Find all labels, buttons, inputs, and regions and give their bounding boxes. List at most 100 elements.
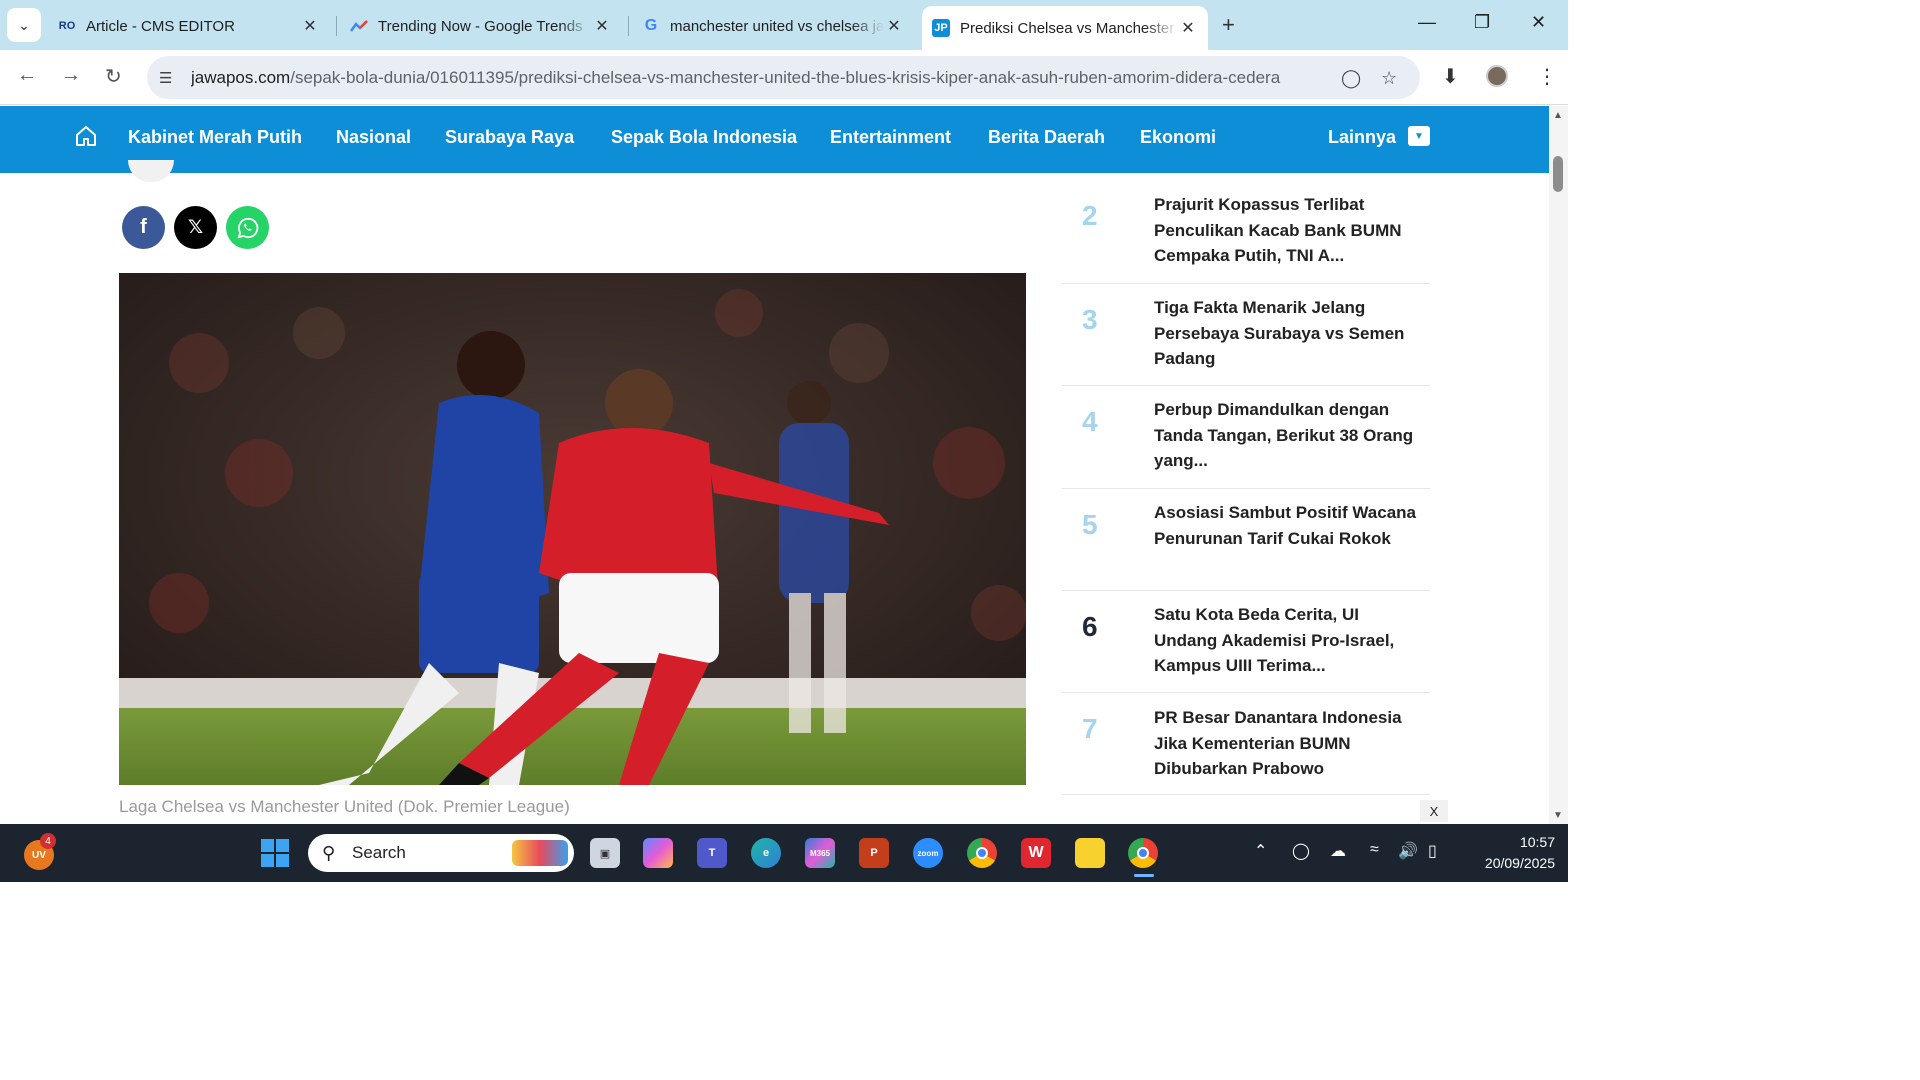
home-icon[interactable]	[74, 124, 98, 148]
tab-google-trends[interactable]: Trending Now - Google Trends ✕	[340, 8, 622, 44]
forward-button[interactable]: →	[61, 64, 81, 87]
tab-title: manchester united vs chelsea ja	[670, 17, 884, 35]
popular-item[interactable]: 5 Asosiasi Sambut Positif Wacana Penurun…	[1062, 489, 1430, 591]
popular-title[interactable]: Tiga Fakta Menarik Jelang Persebaya Sura…	[1154, 295, 1416, 372]
popular-item[interactable]: 4 Perbup Dimandulkan dengan Tanda Tangan…	[1062, 386, 1430, 489]
article-hero-image	[119, 273, 1026, 785]
volume-icon[interactable]: 🔊	[1398, 841, 1418, 861]
page-scrollbar[interactable]	[1549, 106, 1568, 824]
close-icon[interactable]: ✕	[300, 16, 320, 36]
popular-item[interactable]: 2 Prajurit Kopassus Terlibat Penculikan …	[1062, 180, 1430, 284]
share-whatsapp-button[interactable]	[226, 206, 269, 249]
popular-title[interactable]: Asosiasi Sambut Positif Wacana Penurunan…	[1154, 500, 1416, 551]
zoom-icon[interactable]: zoom	[913, 838, 943, 868]
chrome-icon[interactable]	[967, 838, 997, 868]
tab-separator	[628, 16, 629, 36]
nav-item-sepakbola[interactable]: Sepak Bola Indonesia	[611, 127, 797, 148]
bookmark-star-icon[interactable]: ☆	[1381, 68, 1397, 89]
clock-time: 10:57	[1519, 834, 1555, 850]
url-domain: jawapos.com	[191, 67, 291, 87]
m365-icon[interactable]: M365	[805, 838, 835, 868]
tab-google-search[interactable]: G manchester united vs chelsea ja ✕	[632, 8, 914, 44]
copilot-icon[interactable]	[643, 838, 673, 868]
nav-item-ekonomi[interactable]: Ekonomi	[1140, 127, 1216, 148]
battery-icon[interactable]: ▯	[1428, 841, 1437, 861]
browser-toolbar: ← → ↻ ☰ jawapos.com/sepak-bola-dunia/016…	[0, 50, 1568, 105]
nav-item-nasional[interactable]: Nasional	[336, 127, 411, 148]
more-menu-icon[interactable]: ⋮	[1537, 64, 1557, 89]
back-button[interactable]: ←	[17, 64, 37, 87]
url-text[interactable]: jawapos.com/sepak-bola-dunia/016011395/p…	[191, 68, 1311, 88]
popular-title[interactable]: Prajurit Kopassus Terlibat Penculikan Ka…	[1154, 192, 1416, 269]
close-icon[interactable]: ✕	[884, 16, 904, 36]
site-navigation: Kabinet Merah Putih Nasional Surabaya Ra…	[0, 106, 1549, 173]
google-icon: G	[644, 17, 658, 34]
close-icon[interactable]: ✕	[1178, 18, 1198, 38]
chevron-down-icon: ⌄	[18, 16, 30, 33]
scroll-down-icon[interactable]: ▼	[1553, 810, 1563, 821]
wps-icon[interactable]: W	[1021, 838, 1051, 868]
scrollbar-thumb[interactable]	[1553, 156, 1563, 192]
url-path: /sepak-bola-dunia/016011395/prediksi-che…	[290, 67, 1281, 87]
site-info-icon[interactable]: ☰	[159, 69, 181, 87]
popular-item[interactable]: 3 Tiga Fakta Menarik Jelang Persebaya Su…	[1062, 284, 1430, 386]
football-match-photo	[119, 273, 1026, 785]
weather-label: UV	[32, 849, 46, 861]
reload-button[interactable]: ↻	[105, 64, 122, 89]
edge-icon[interactable]: e	[751, 838, 781, 868]
powerpoint-icon[interactable]: P	[859, 838, 889, 868]
scroll-up-icon[interactable]: ▲	[1553, 110, 1563, 121]
notification-badge: 4	[40, 833, 56, 849]
tab-cms-editor[interactable]: RO Article - CMS EDITOR ✕	[48, 8, 330, 44]
meet-now-icon[interactable]: ◯	[1292, 841, 1310, 861]
image-caption: Laga Chelsea vs Manchester United (Dok. …	[119, 797, 570, 816]
popular-title[interactable]: PR Besar Danantara Indonesia Jika Kement…	[1154, 705, 1416, 782]
popular-title[interactable]: Satu Kota Beda Cerita, UI Undang Akademi…	[1154, 602, 1416, 679]
popular-rank: 3	[1082, 304, 1098, 335]
popular-item[interactable]: 6 Satu Kota Beda Cerita, UI Undang Akade…	[1062, 591, 1430, 693]
windows-taskbar: UV 4 ⚲ Search ▣ T e M365 P zoom W ⌃ ◯ ☁ …	[0, 824, 1568, 882]
popular-item[interactable]: 7 PR Besar Danantara Indonesia Jika Keme…	[1062, 693, 1430, 795]
popular-rank: 2	[1082, 200, 1098, 231]
nav-item-kabinet[interactable]: Kabinet Merah Putih	[128, 127, 302, 148]
teams-icon[interactable]: T	[697, 838, 727, 868]
chrome-profile-icon[interactable]	[1128, 838, 1158, 868]
share-x-button[interactable]: 𝕏	[174, 206, 217, 249]
tab-jawapos-active[interactable]: JP Prediksi Chelsea vs Manchester ✕	[922, 6, 1208, 50]
task-view-icon[interactable]: ▣	[590, 838, 620, 868]
ro-favicon-icon: RO	[58, 20, 76, 32]
address-bar[interactable]: ☰ jawapos.com/sepak-bola-dunia/016011395…	[147, 56, 1420, 99]
chevron-up-icon[interactable]: ⌃	[1254, 841, 1267, 861]
share-facebook-button[interactable]: f	[122, 206, 165, 249]
popular-title[interactable]: Perbup Dimandulkan dengan Tanda Tangan, …	[1154, 397, 1416, 474]
onedrive-icon[interactable]: ☁	[1330, 841, 1346, 861]
x-icon: 𝕏	[187, 217, 204, 238]
close-window-button[interactable]: ✕	[1531, 12, 1546, 33]
facebook-icon: f	[140, 216, 147, 238]
ad-close-button[interactable]: X	[1420, 800, 1448, 822]
active-app-indicator	[1134, 874, 1154, 877]
popular-rank: 4	[1082, 406, 1098, 437]
new-tab-button[interactable]: +	[1222, 12, 1235, 38]
restore-button[interactable]: ❐	[1474, 12, 1490, 33]
popular-rank: 5	[1082, 509, 1098, 540]
search-icon: ⚲	[322, 842, 336, 863]
profile-avatar[interactable]	[1486, 65, 1508, 87]
caret-down-icon[interactable]: ▼	[1408, 126, 1430, 146]
nav-item-surabaya[interactable]: Surabaya Raya	[445, 127, 574, 148]
close-icon[interactable]: ✕	[592, 16, 612, 36]
minimize-button[interactable]: —	[1418, 12, 1436, 33]
nav-item-entertainment[interactable]: Entertainment	[830, 127, 951, 148]
taskbar-search-input[interactable]: ⚲ Search	[308, 834, 574, 872]
sticky-notes-icon[interactable]	[1075, 838, 1105, 868]
nav-item-lainnya[interactable]: Lainnya	[1328, 127, 1396, 148]
nav-item-berita-daerah[interactable]: Berita Daerah	[988, 127, 1105, 148]
search-label: Search	[352, 843, 406, 862]
windows-start-icon[interactable]	[260, 838, 290, 868]
download-icon[interactable]: ⬇	[1442, 64, 1459, 89]
tab-search-button[interactable]: ⌄	[7, 8, 41, 42]
system-clock[interactable]: 10:57 20/09/2025	[1455, 832, 1555, 874]
eye-slash-icon[interactable]: ◯	[1341, 68, 1361, 89]
wifi-icon[interactable]: ≈	[1370, 841, 1379, 859]
popular-rank: 7	[1082, 713, 1098, 744]
